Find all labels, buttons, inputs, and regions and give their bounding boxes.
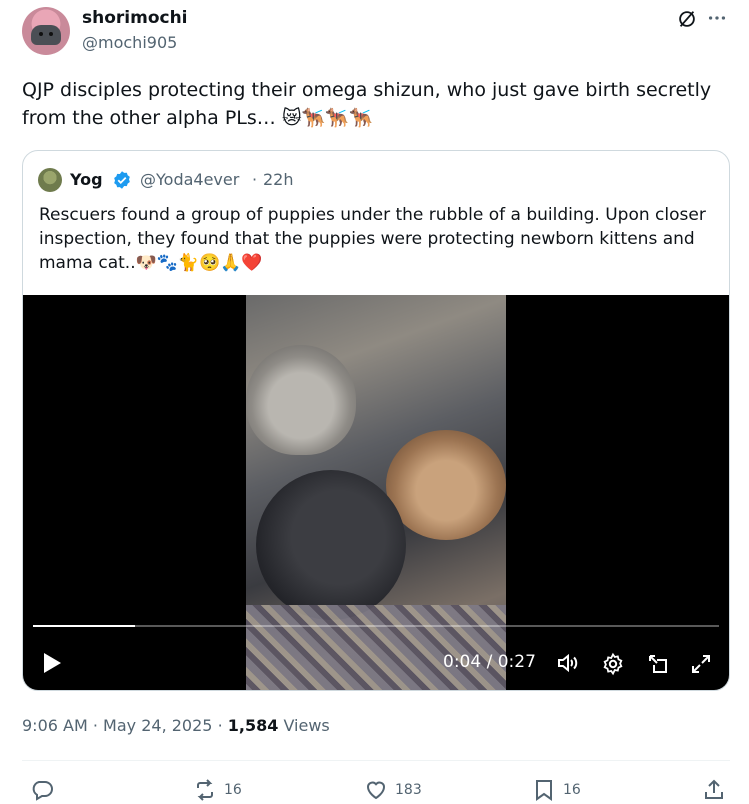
like-count: 183 [395, 782, 422, 798]
settings-icon[interactable] [601, 652, 625, 676]
puppy-tan [386, 430, 506, 540]
grok-icon[interactable] [676, 8, 698, 30]
pip-icon[interactable] [646, 652, 670, 676]
author-name[interactable]: shorimochi [82, 8, 188, 28]
video-progress-fill [33, 625, 135, 627]
quote-text: Rescuers found a group of puppies under … [39, 205, 706, 273]
tweet-date[interactable]: May 24, 2025 [103, 716, 212, 735]
fullscreen-icon[interactable] [689, 652, 713, 676]
verified-icon [112, 170, 132, 190]
quote-author-name[interactable]: Yog [70, 170, 103, 189]
volume-icon[interactable] [556, 651, 580, 675]
tweet-text: QJP disciples protecting their omega shi… [22, 79, 712, 129]
tweet-meta: 9:06 AM · May 24, 2025 · 1,584 Views [22, 716, 330, 735]
repost-count: 16 [224, 782, 242, 798]
author-handle[interactable]: @mochi905 [82, 33, 177, 52]
quote-author-handle[interactable]: @Yoda4ever [140, 170, 239, 189]
tweet-time[interactable]: 9:06 AM [22, 716, 88, 735]
reply-icon [32, 781, 53, 801]
divider [22, 760, 730, 761]
quote-avatar[interactable] [38, 168, 62, 192]
like-icon [366, 781, 386, 800]
video-player[interactable]: 0:04 / 0:27 [23, 295, 729, 690]
video-frame [246, 295, 506, 690]
views-label: Views [283, 716, 330, 735]
meta-separator: · [217, 716, 223, 735]
meta-separator: · [92, 716, 98, 735]
play-icon[interactable] [41, 651, 63, 675]
video-progress-bar[interactable] [33, 625, 719, 627]
video-time-display: 0:04 / 0:27 [443, 652, 536, 672]
share-button[interactable] [702, 777, 726, 803]
repost-icon [197, 779, 213, 801]
quote-separator: · [252, 170, 258, 189]
bookmark-icon [536, 780, 552, 801]
puppy-black [256, 470, 406, 620]
views-count: 1,584 [227, 716, 279, 735]
share-icon [705, 779, 723, 799]
quote-timestamp[interactable]: 22h [263, 170, 294, 189]
bookmark-count: 16 [563, 782, 581, 798]
puppy-grey [246, 345, 356, 455]
bookmark-button[interactable]: 16 [532, 777, 581, 803]
repost-button[interactable]: 16 [193, 777, 242, 803]
rubble [246, 605, 506, 690]
reply-button[interactable] [30, 777, 61, 803]
like-button[interactable]: 183 [364, 777, 422, 803]
more-icon[interactable] [706, 7, 728, 29]
author-avatar[interactable] [22, 7, 70, 55]
quote-tweet-card[interactable]: Yog @Yoda4ever · 22h Rescuers found a gr… [22, 150, 730, 691]
